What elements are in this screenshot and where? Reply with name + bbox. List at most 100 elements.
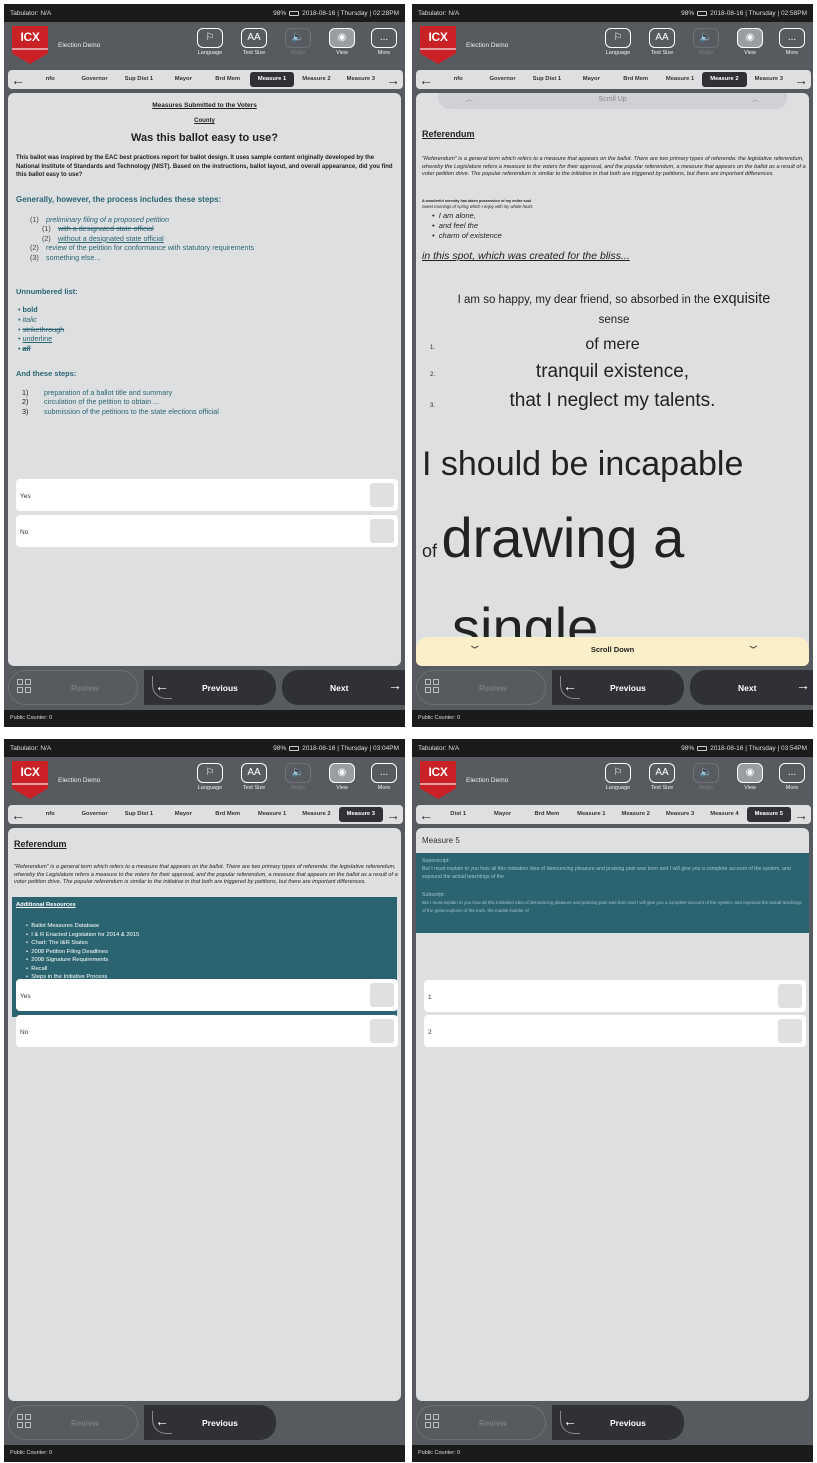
checkbox[interactable] [778,1019,802,1043]
view-button[interactable]: ◉ View [326,28,358,56]
tab-measure-1[interactable]: Measure 1 [658,72,702,87]
battery-percent: 98% [681,9,695,17]
tab-measure-2[interactable]: Measure 2 [614,807,658,822]
option-yes[interactable]: Yes [16,479,398,511]
tab-brd-mem[interactable]: Brd Mem [206,72,250,87]
option-2[interactable]: 2 [424,1015,806,1047]
more-button[interactable]: ... More [368,28,400,56]
language-button[interactable]: ⚐ Language [194,763,226,791]
tab-sup-dist-1[interactable]: Dist 1 [436,807,480,822]
election-name: Election Demo [58,42,101,49]
battery-icon [289,10,300,16]
tab-scroll-right-icon[interactable]: → [383,70,403,89]
checkbox[interactable] [778,984,802,1008]
tab-measure-2[interactable]: Measure 2 [294,807,338,822]
scroll-down-button[interactable]: ﹀ Scroll Down ﹀ [416,637,809,666]
option-no[interactable]: No [16,1015,398,1047]
tab-scroll-left-icon[interactable]: ← [416,805,436,824]
option-1[interactable]: 1 [424,980,806,1012]
view-button[interactable]: ◉ View [734,28,766,56]
tab-governor[interactable]: Governor [480,72,524,87]
checkbox[interactable] [370,1019,394,1043]
option-no[interactable]: No [16,515,398,547]
language-button[interactable]: ⚐ Language [602,28,634,56]
view-button[interactable]: ◉ View [734,763,766,791]
tab-info[interactable]: nfo [28,807,72,822]
next-button[interactable]: Next → [282,670,405,705]
previous-button[interactable]: ← Previous [144,1405,276,1440]
language-button[interactable]: ⚐ Language [602,763,634,791]
tab-info[interactable]: nfo [436,72,480,87]
text-size-button[interactable]: AA Text Size [646,763,678,791]
tab-brd-mem[interactable]: Brd Mem [614,72,658,87]
resource-link[interactable]: • I & R Enacted Legislation for 2014 & 2… [26,931,139,940]
text-size-button[interactable]: AA Text Size [238,28,270,56]
more-button[interactable]: ... More [776,28,808,56]
tab-scroll-right-icon[interactable]: → [791,70,811,89]
resource-link[interactable]: • 2008 Petition Filing Deadlines [26,948,139,957]
tab-measure-3[interactable]: Measure 3 [658,807,702,822]
tab-scroll-right-icon[interactable]: → [791,805,811,824]
checkbox[interactable] [370,519,394,543]
scroll-up-button[interactable]: ︿ Scroll Up ︿ [438,93,787,109]
tab-measure-3[interactable]: Measure 3 [747,72,791,87]
view-button[interactable]: ◉ View [326,763,358,791]
arrow-right-icon: → [796,677,810,693]
tab-measure-3[interactable]: Measure 3 [338,807,383,822]
audio-button[interactable]: 🔈 Audio [282,28,314,56]
tab-measure-1[interactable]: Measure 1 [250,807,294,822]
tab-info[interactable]: nfo [28,72,72,87]
checkbox[interactable] [370,483,394,507]
tab-measure-1[interactable]: Measure 1 [569,807,613,822]
next-button[interactable]: Next → [690,670,813,705]
tab-scroll-right-icon[interactable]: → [383,805,403,824]
resource-link[interactable]: • Chart: The I&R States [26,939,139,948]
list-item: • strikethrough [18,324,65,334]
resource-link[interactable]: • Recall [26,965,139,974]
tab-scroll-left-icon[interactable]: ← [8,805,28,824]
audio-button[interactable]: 🔈 Audio [690,763,722,791]
tab-scroll-left-icon[interactable]: ← [8,70,28,89]
review-button[interactable]: Review [416,1405,546,1440]
tab-sup-dist-1[interactable]: Sup Dist 1 [525,72,569,87]
review-button[interactable]: Review [8,1405,138,1440]
tab-scroll-left-icon[interactable]: ← [416,70,436,89]
text-size-button[interactable]: AA Text Size [238,763,270,791]
text-size-button[interactable]: AA Text Size [646,28,678,56]
page-title: Measure 5 [422,836,460,845]
previous-button[interactable]: ← Previous [552,1405,684,1440]
language-button[interactable]: ⚐ Language [194,28,226,56]
review-grid-icon [17,679,33,695]
tab-governor[interactable]: Governor [72,807,116,822]
tab-measure-5[interactable]: Measure 5 [746,807,791,822]
tab-measure-3[interactable]: Measure 3 [339,72,383,87]
tab-measure-4[interactable]: Measure 4 [702,807,746,822]
previous-button[interactable]: ← Previous [144,670,276,705]
tab-mayor[interactable]: Mayor [161,807,205,822]
audio-button[interactable]: 🔈 Audio [690,28,722,56]
resource-link[interactable]: • Ballot Measures Database [26,922,139,931]
audio-button[interactable]: 🔈 Audio [282,763,314,791]
resource-link[interactable]: • 2008 Signature Requirements [26,956,139,965]
tab-measure-2[interactable]: Measure 2 [702,72,747,87]
review-button[interactable]: Review [416,670,546,705]
previous-button[interactable]: ← Previous [552,670,684,705]
checkbox[interactable] [370,983,394,1007]
tab-governor[interactable]: Governor [72,72,116,87]
tab-brd-mem[interactable]: Brd Mem [525,807,569,822]
tab-measure-2[interactable]: Measure 2 [294,72,338,87]
review-button[interactable]: Review [8,670,138,705]
tab-mayor[interactable]: Mayor [569,72,613,87]
tab-mayor[interactable]: Mayor [161,72,205,87]
tab-sup-dist-1[interactable]: Sup Dist 1 [117,72,161,87]
datetime: 2018-08-16 | Thursday | 02:58PM [710,9,807,17]
more-button[interactable]: ... More [368,763,400,791]
tab-measure-1[interactable]: Measure 1 [249,72,295,87]
tab-mayor[interactable]: Mayor [480,807,524,822]
list-item: 3. that I neglect my talents. [430,390,716,411]
option-yes[interactable]: Yes [16,979,398,1011]
incapable-line: I should be incapable [422,445,744,483]
more-button[interactable]: ... More [776,763,808,791]
tab-sup-dist-1[interactable]: Sup Dist 1 [117,807,161,822]
tab-brd-mem[interactable]: Brd Mem [206,807,250,822]
